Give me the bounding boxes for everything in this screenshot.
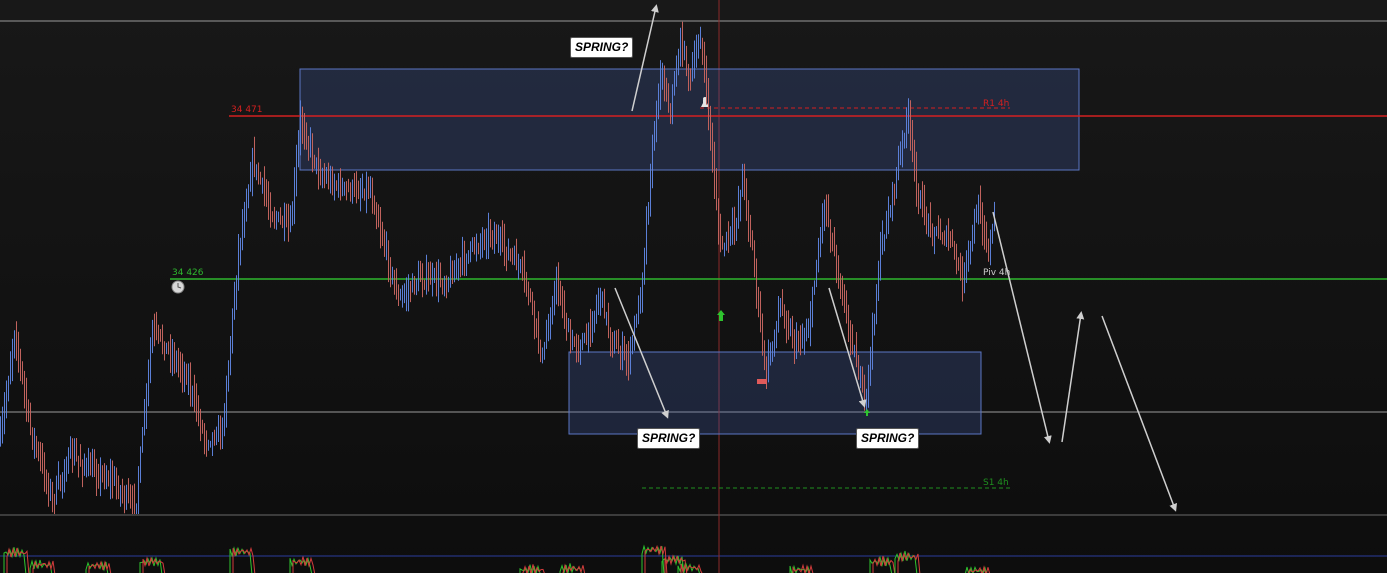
sell-marker [757,379,767,384]
price-chart: 34 471 R1 4h 34 426 Piv 4h S1 4h [0,0,1387,573]
level-price-r1: 34 471 [231,105,263,115]
spring-callout-bottom-left[interactable]: SPRING? [637,428,701,449]
level-name-pivot: Piv 4h [983,268,1010,278]
supply-zone[interactable] [299,68,1080,171]
spring-callout-top[interactable]: SPRING? [570,37,634,58]
alert-clock-icon[interactable] [171,280,185,294]
spring-callout-bottom-right[interactable]: SPRING? [856,428,920,449]
level-name-s1: S1 4h [983,478,1009,488]
level-name-r1: R1 4h [983,99,1009,109]
level-price-pivot: 34 426 [172,268,204,278]
